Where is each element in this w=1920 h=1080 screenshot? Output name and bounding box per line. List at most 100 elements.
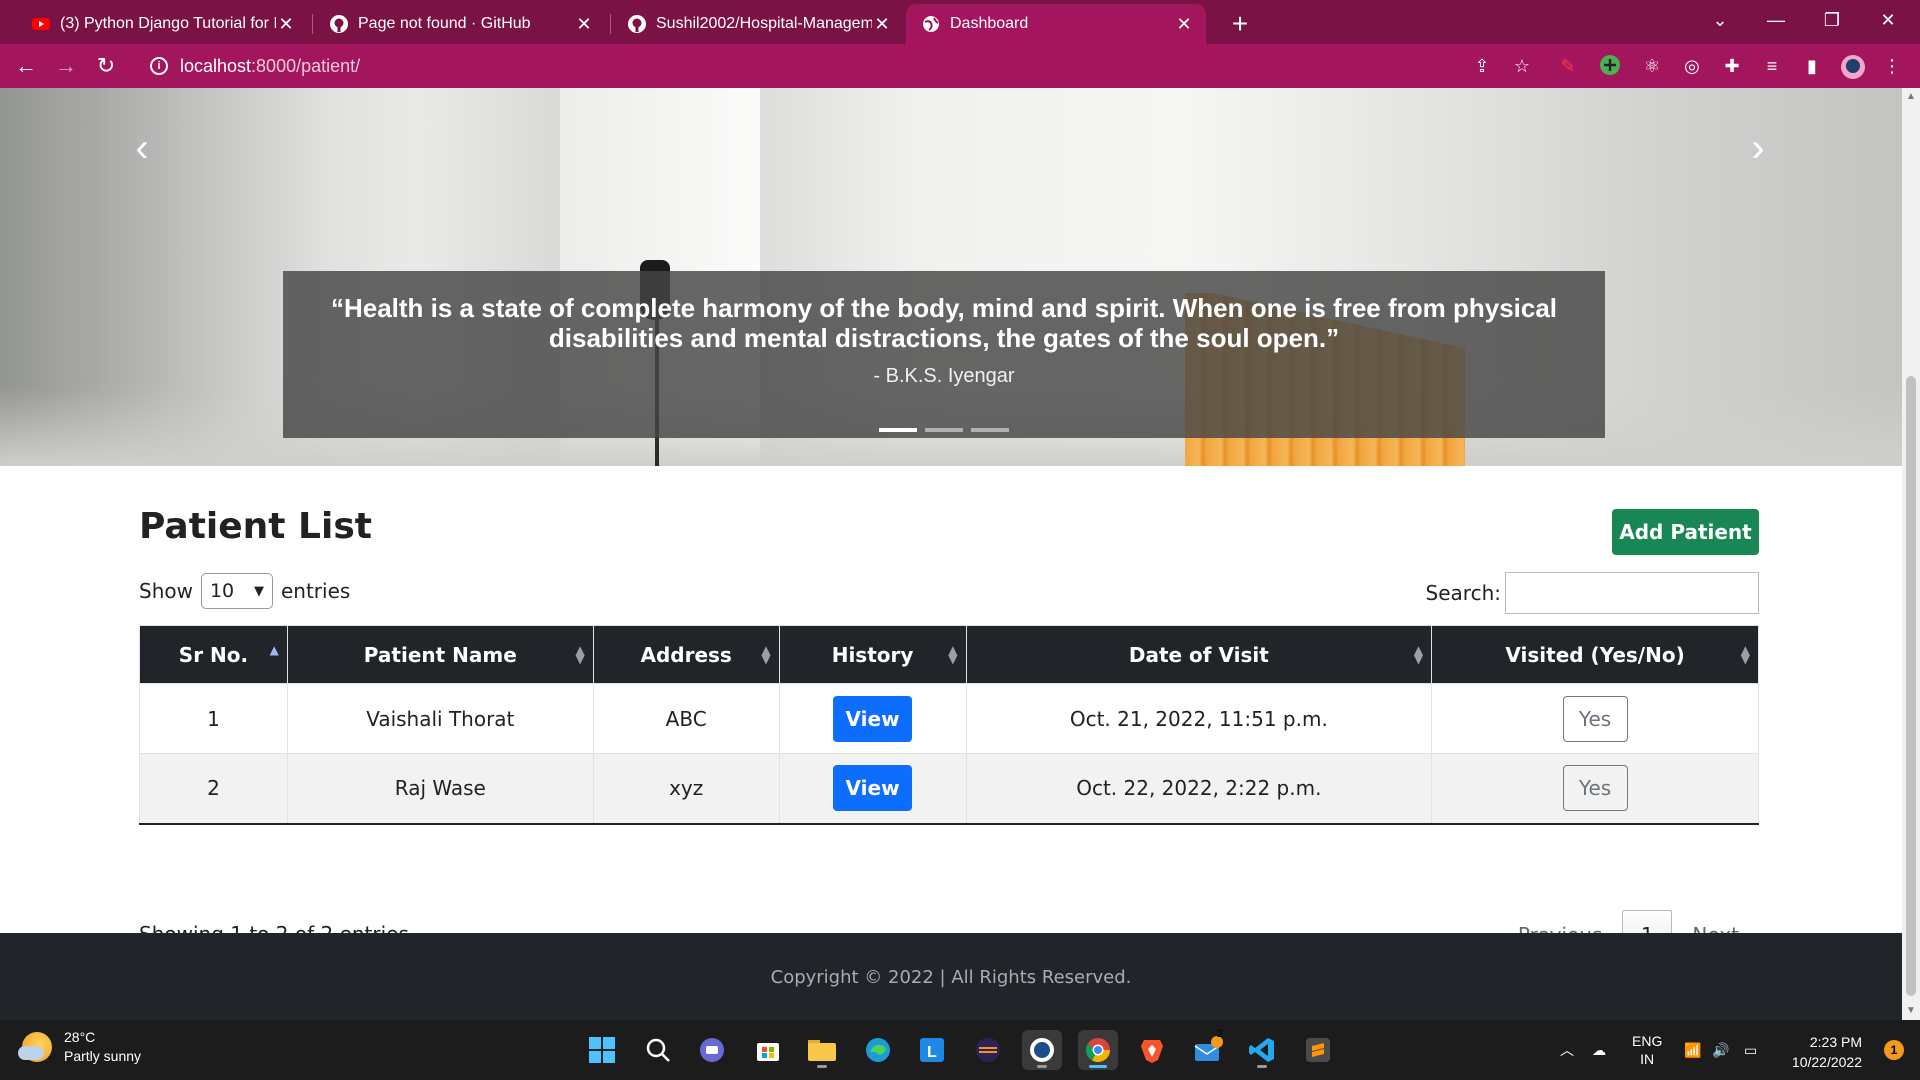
mail-icon[interactable]: 2	[1188, 1028, 1228, 1070]
carousel-indicator-3[interactable]	[971, 428, 1009, 432]
close-icon[interactable]: ✕	[574, 14, 594, 35]
tab-github-repo[interactable]: Sushil2002/Hospital-Managemen ✕	[612, 4, 904, 44]
sort-icon: ▲ ▼	[761, 642, 771, 666]
windows-taskbar: 28°C Partly sunny L 2 ︿ ☁ ENG IN 📶 🔊 ▭ 2…	[0, 1020, 1920, 1080]
column-header-label: Patient Name	[363, 642, 517, 667]
url-text[interactable]: localhost:8000/patient/	[180, 56, 360, 77]
chrome-browser-icon[interactable]	[1078, 1030, 1118, 1070]
entries-select[interactable]: 10 ▼	[200, 573, 273, 609]
patient-table: Sr No. ▲▼ Patient Name ▲▼ Address ▲▼ His…	[139, 625, 1759, 825]
cell-date-of-visit: Oct. 21, 2022, 11:51 p.m.	[965, 683, 1433, 754]
share-icon[interactable]: ⇪	[1470, 54, 1494, 78]
carousel-indicator-2[interactable]	[925, 428, 963, 432]
github-icon	[330, 15, 348, 33]
column-header-visited[interactable]: Visited (Yes/No) ▲ ▼	[1431, 625, 1759, 684]
language-indicator[interactable]: ENG IN	[1632, 1020, 1662, 1080]
mail-badge: 2	[1216, 1028, 1224, 1040]
carousel-indicator-1[interactable]	[879, 428, 917, 432]
menu-kebab-icon[interactable]: ⋮	[1880, 54, 1904, 78]
column-header-address[interactable]: Address ▲ ▼	[592, 625, 780, 684]
tab-search-icon[interactable]: ⌄	[1692, 0, 1748, 40]
carousel-prev-button[interactable]: ‹	[122, 118, 162, 178]
forward-icon[interactable]: →	[50, 50, 82, 82]
microsoft-store-icon[interactable]	[748, 1030, 788, 1070]
lens-app-icon[interactable]: L	[912, 1030, 952, 1070]
search-input[interactable]	[1505, 572, 1759, 614]
hero-carousel: ‹ › “Health is a state of complete harmo…	[0, 88, 1902, 466]
wifi-icon[interactable]: 📶	[1684, 1020, 1701, 1080]
running-indicator	[1037, 1065, 1047, 1068]
globe-icon	[922, 15, 940, 33]
new-tab-button[interactable]: +	[1222, 6, 1258, 42]
view-history-button[interactable]: View	[833, 765, 913, 812]
vpn-extension-icon[interactable]: ◎	[1680, 54, 1704, 78]
scroll-down-icon[interactable]: ▼	[1902, 1002, 1920, 1020]
page-footer: Copyright © 2022 | All Rights Reserved.	[0, 933, 1902, 1020]
reload-icon[interactable]: ↻	[90, 50, 122, 82]
tab-github-not-found[interactable]: Page not found · GitHub ✕	[314, 4, 606, 44]
teams-chat-icon[interactable]	[692, 1030, 732, 1070]
column-header-date-of-visit[interactable]: Date of Visit ▲ ▼	[965, 625, 1433, 684]
scrollbar-thumb[interactable]	[1906, 376, 1916, 996]
add-extension-icon[interactable]	[1598, 54, 1622, 78]
weather-widget[interactable]: 28°C Partly sunny	[18, 1028, 141, 1066]
close-window-icon[interactable]: ✕	[1860, 0, 1916, 40]
vscode-icon[interactable]	[1242, 1030, 1282, 1070]
bookmark-star-icon[interactable]: ☆	[1510, 54, 1534, 78]
carousel-next-button[interactable]: ›	[1738, 118, 1778, 178]
tab-separator	[312, 14, 313, 34]
close-icon[interactable]: ✕	[1174, 14, 1194, 35]
wamp-server-icon[interactable]	[1022, 1030, 1062, 1070]
search-icon[interactable]	[638, 1030, 678, 1070]
table-row: 2 Raj Wase xyz View Oct. 22, 2022, 2:22 …	[139, 753, 1759, 825]
svg-text:L: L	[927, 1044, 937, 1061]
column-header-sr-no[interactable]: Sr No. ▲▼	[139, 625, 288, 684]
site-info-icon[interactable]: i	[150, 57, 168, 75]
github-icon	[628, 15, 646, 33]
page-scrollbar[interactable]: ▲ ▼	[1902, 88, 1920, 1020]
reading-list-icon[interactable]: ≡	[1760, 54, 1784, 78]
cell-patient-name: Vaishali Thorat	[286, 683, 594, 754]
volume-icon[interactable]: 🔊	[1712, 1020, 1729, 1080]
edge-browser-icon[interactable]	[858, 1030, 898, 1070]
show-hidden-icons[interactable]: ︿	[1560, 1020, 1574, 1080]
carousel-indicators	[283, 428, 1605, 432]
file-explorer-icon[interactable]	[802, 1030, 842, 1070]
brave-browser-icon[interactable]	[1132, 1030, 1172, 1070]
sort-icon: ▲ ▼	[948, 642, 958, 666]
sublime-text-icon[interactable]	[1298, 1030, 1338, 1070]
tab-dashboard[interactable]: Dashboard ✕	[906, 4, 1206, 44]
minimize-icon[interactable]: —	[1748, 0, 1804, 40]
address-bar[interactable]: i localhost:8000/patient/	[140, 50, 1780, 82]
column-header-label: Sr No.	[178, 642, 249, 667]
eclipse-ide-icon[interactable]	[968, 1030, 1008, 1070]
carousel-caption: “Health is a state of complete harmony o…	[283, 271, 1605, 438]
windows-start-icon[interactable]	[582, 1030, 622, 1070]
atom-extension-icon[interactable]: ⚛	[1640, 54, 1664, 78]
onedrive-icon[interactable]: ☁	[1592, 1020, 1606, 1080]
back-icon[interactable]: ←	[10, 50, 42, 82]
visited-yes-button[interactable]: Yes	[1562, 695, 1628, 742]
close-icon[interactable]: ✕	[872, 14, 892, 35]
close-icon[interactable]: ✕	[276, 14, 296, 35]
tab-youtube[interactable]: (3) Python Django Tutorial for Be ✕	[16, 4, 308, 44]
system-clock[interactable]: 2:23 PM 10/22/2022	[1792, 1032, 1862, 1072]
column-header-history[interactable]: History ▲ ▼	[778, 625, 967, 684]
browser-tab-bar: (3) Python Django Tutorial for Be ✕ Page…	[0, 0, 1920, 44]
show-label: Show	[139, 579, 193, 603]
pen-extension-icon[interactable]: ✎	[1556, 54, 1580, 78]
youtube-icon	[32, 15, 50, 33]
add-patient-button[interactable]: Add Patient	[1612, 509, 1759, 555]
battery-icon[interactable]: ▭	[1744, 1020, 1757, 1080]
extensions-puzzle-icon[interactable]: ✚	[1720, 54, 1744, 78]
scroll-up-icon[interactable]: ▲	[1902, 88, 1920, 106]
restore-icon[interactable]: ❐	[1804, 0, 1860, 40]
view-history-button[interactable]: View	[833, 695, 913, 742]
tab-label: (3) Python Django Tutorial for Be	[60, 15, 276, 32]
profile-avatar[interactable]	[1840, 54, 1865, 79]
notification-badge[interactable]: 1	[1884, 1040, 1904, 1060]
visited-yes-button[interactable]: Yes	[1562, 765, 1628, 812]
side-panel-icon[interactable]: ▮	[1800, 54, 1824, 78]
column-header-patient-name[interactable]: Patient Name ▲ ▼	[286, 625, 594, 684]
search-label: Search:	[1425, 581, 1501, 605]
